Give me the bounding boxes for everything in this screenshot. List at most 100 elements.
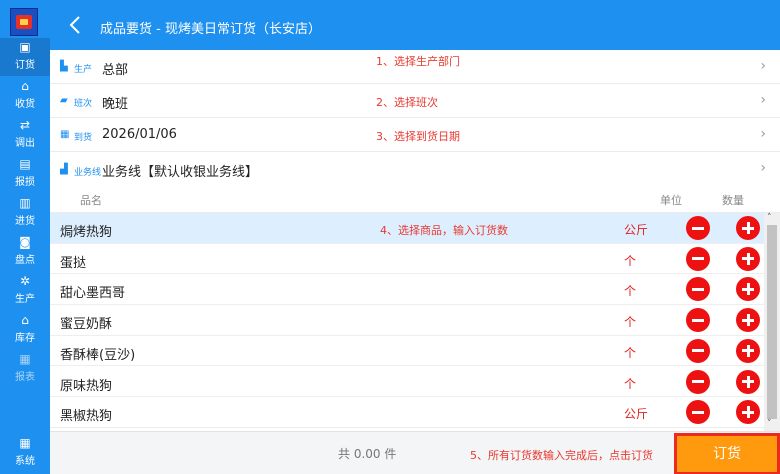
sidebar-item-report[interactable]: ▦ 报表 [0, 350, 50, 388]
minus-button[interactable] [686, 277, 710, 302]
product-name: 蜜豆奶酥 [60, 317, 113, 333]
sidebar-item-label: 盘点 [15, 255, 35, 266]
arrival-date-value: 2026/01/06 [102, 127, 177, 142]
sidebar-item-damage[interactable]: ▤ 报损 [0, 155, 50, 193]
scroll-up-icon[interactable]: ˄ [767, 213, 772, 223]
sidebar-item-label: 收货 [15, 99, 35, 110]
minus-button[interactable] [686, 308, 710, 333]
shift-row[interactable]: ▰ 班次 晚班 2、选择班次 › [50, 84, 780, 118]
sidebar-item-order[interactable]: ▣ 订货 [0, 38, 50, 76]
chevron-left-icon [69, 16, 80, 34]
product-name: 甜心墨西哥 [60, 286, 126, 302]
plus-button[interactable] [736, 400, 760, 425]
sidebar-item-production[interactable]: ✲ 生产 [0, 272, 50, 310]
sidebar-item-transfer-out[interactable]: ⇄ 调出 [0, 116, 50, 154]
order-icon: ▣ [19, 40, 31, 54]
plus-button[interactable] [736, 216, 760, 240]
table-row[interactable]: 焗烤热狗 4、选择商品，输入订货数 公斤 [50, 213, 764, 244]
chevron-right-icon: › [760, 92, 766, 108]
damage-report-icon: ▤ [19, 157, 31, 171]
factory-icon: ▙ [60, 61, 68, 72]
sidebar-item-label: 报损 [15, 177, 35, 188]
product-name: 香酥棒(豆沙) [60, 347, 136, 363]
plus-button[interactable] [736, 308, 760, 333]
sidebar-item-label: 系统 [15, 456, 35, 467]
sidebar-item-label: 库存 [15, 333, 35, 344]
product-unit: 个 [624, 284, 637, 299]
sidebar: ▣ 订货 ⌂ 收货 ⇄ 调出 ▤ 报损 ▥ 进货 ◙ 盘点 ✲ 生产 ⌂ 库存 [0, 0, 50, 474]
column-unit: 单位 [660, 194, 682, 207]
minus-button[interactable] [686, 216, 710, 240]
plus-button[interactable] [736, 338, 760, 363]
back-button[interactable] [64, 13, 88, 37]
production-row[interactable]: ▙ 生产 总部 1、选择生产部门 › [50, 50, 780, 84]
order-form: ▙ 生产 总部 1、选择生产部门 › ▰ 班次 晚班 2、选择班次 › ▦ 到货… [50, 50, 780, 188]
product-table: 焗烤热狗 4、选择商品，输入订货数 公斤 蛋挞 个 甜心墨西哥 个 蜜豆奶酥 个… [50, 213, 764, 431]
submit-order-button[interactable]: 订货 [674, 433, 780, 474]
receive-icon: ⌂ [21, 79, 29, 93]
report-icon: ▦ [19, 352, 31, 366]
product-unit: 公斤 [624, 407, 649, 422]
business-line-value: 业务线【默认收银业务线】 [102, 165, 259, 180]
sidebar-item-stock[interactable]: ⌂ 库存 [0, 311, 50, 349]
purchase-icon: ▥ [19, 196, 31, 210]
sidebar-item-label: 进货 [15, 216, 35, 227]
shift-label: 班次 [74, 99, 93, 109]
shift-value: 晚班 [102, 97, 129, 112]
sidebar-item-label: 报表 [15, 372, 35, 383]
chevron-right-icon: › [760, 58, 766, 74]
table-row[interactable]: 甜心墨西哥 个 [50, 274, 764, 306]
product-unit: 个 [624, 253, 637, 268]
plus-button[interactable] [736, 277, 760, 302]
table-row[interactable]: 蜜豆奶酥 个 [50, 305, 764, 336]
sidebar-item-label: 调出 [15, 138, 35, 149]
table-row[interactable]: 香酥棒(豆沙) 个 [50, 335, 764, 367]
sidebar-item-receive[interactable]: ⌂ 收货 [0, 77, 50, 115]
plus-button[interactable] [736, 246, 760, 271]
arrival-label: 到货 [74, 133, 93, 143]
header-bar: 成品要货 - 现烤美日常订货（长安店） [50, 0, 780, 50]
product-name: 黑椒热狗 [60, 409, 113, 425]
table-row[interactable]: 蛋挞 个 [50, 243, 764, 275]
production-hint: 1、选择生产部门 [376, 55, 460, 68]
product-name: 焗烤热狗 [60, 225, 113, 240]
production-label: 生产 [74, 65, 93, 75]
table-scrollbar[interactable]: ˄ ˅ [764, 213, 780, 431]
minus-button[interactable] [686, 338, 710, 363]
minus-button[interactable] [686, 246, 710, 271]
product-name: 原味热狗 [60, 378, 113, 394]
chevron-right-icon: › [760, 126, 766, 142]
submit-hint: 5、所有订货数输入完成后，点击订货 [470, 449, 653, 462]
product-name: 蛋挞 [60, 255, 87, 271]
sidebar-item-purchase[interactable]: ▥ 进货 [0, 194, 50, 232]
minus-button[interactable] [686, 369, 710, 394]
scroll-down-icon[interactable]: ˅ [767, 419, 772, 429]
select-product-hint: 4、选择商品，输入订货数 [380, 224, 508, 237]
shift-hint: 2、选择班次 [376, 96, 438, 109]
arrival-date-row[interactable]: ▦ 到货 2026/01/06 3、选择到货日期 › [50, 118, 780, 152]
product-unit: 个 [624, 315, 637, 330]
product-unit: 个 [624, 376, 637, 391]
grid-icon: ▦ [19, 436, 31, 450]
app-logo [10, 8, 38, 36]
production-value: 总部 [102, 63, 129, 78]
table-header: 品名 单位 数量 [50, 185, 780, 213]
order-total: 共 0.00 件 [338, 447, 397, 461]
chevron-right-icon: › [760, 160, 766, 176]
truck-icon: ▰ [60, 95, 68, 106]
stock-icon: ⌂ [21, 313, 29, 327]
sidebar-item-system[interactable]: ▦ 系统 [0, 434, 50, 472]
business-line-label: 业务线 [74, 168, 102, 178]
table-row[interactable]: 黑椒热狗 公斤 [50, 397, 764, 428]
production-icon: ✲ [19, 274, 31, 288]
table-row[interactable]: 原味热狗 个 [50, 366, 764, 398]
scroll-thumb[interactable] [767, 225, 777, 419]
business-line-icon: ▟ [60, 164, 68, 175]
column-name: 品名 [80, 194, 102, 207]
sidebar-item-inventory-count[interactable]: ◙ 盘点 [0, 233, 50, 271]
business-line-row[interactable]: ▟ 业务线 业务线【默认收银业务线】 › [50, 152, 780, 188]
minus-button[interactable] [686, 400, 710, 425]
sidebar-item-label: 生产 [15, 294, 35, 305]
product-unit: 个 [624, 345, 637, 360]
plus-button[interactable] [736, 369, 760, 394]
